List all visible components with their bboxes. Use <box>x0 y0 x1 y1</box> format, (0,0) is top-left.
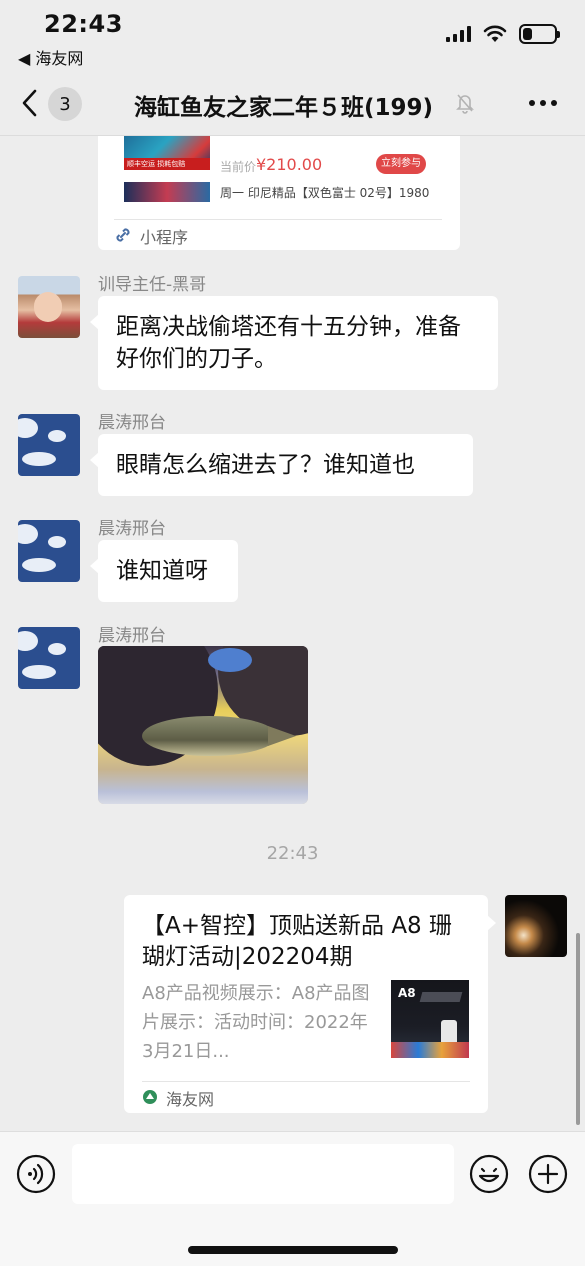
price-value: ¥210.00 <box>256 155 323 174</box>
avatar[interactable] <box>18 520 80 582</box>
message-bubble[interactable]: 谁知道呀 <box>90 540 238 602</box>
article-card[interactable]: 【A+智控】顶贴送新品 A8 珊 瑚灯活动|202204期 A8产品视频展示：A… <box>124 895 496 1113</box>
emoji-icon[interactable] <box>469 1154 509 1194</box>
product-thumbnail-2 <box>124 182 210 202</box>
message-bubble[interactable]: 眼睛怎么缩进去了？谁知道也 <box>90 434 473 496</box>
voice-icon[interactable] <box>16 1154 56 1194</box>
fish-photo-message[interactable] <box>98 646 308 804</box>
status-time: 22:43 <box>44 10 123 38</box>
more-options-button[interactable] <box>529 100 557 106</box>
plus-icon[interactable] <box>528 1154 568 1194</box>
status-bar: 22:43 ◀ 海友网 <box>0 0 585 70</box>
unread-count-badge: 3 <box>48 87 82 121</box>
avatar[interactable] <box>18 627 80 689</box>
divider <box>142 1081 470 1082</box>
back-button[interactable] <box>20 86 50 120</box>
time-separator: 22:43 <box>266 843 319 864</box>
mini-program-card[interactable]: 顺丰空运 损耗包赔 当前价 ¥210.00 立刻参与 周一 印尼精品【双色富士 … <box>98 136 460 250</box>
cellular-signal-icon <box>446 26 471 42</box>
join-now-button[interactable]: 立刻参与 <box>376 154 426 174</box>
sender-name: 晨涛邢台 <box>98 626 166 646</box>
status-icons <box>446 24 560 44</box>
scrollbar[interactable] <box>576 933 580 1125</box>
article-source: 海友网 <box>166 1090 215 1109</box>
price-label: 当前价 <box>220 160 257 174</box>
site-logo-icon <box>143 1090 157 1104</box>
message-bubble[interactable]: 距离决战偷塔还有十五分钟，准备好你们的刀子。 <box>90 296 498 390</box>
chat-title: 海缸鱼友之家二年５班(199) <box>134 95 434 121</box>
message-input[interactable] <box>72 1144 454 1204</box>
wifi-icon <box>483 25 507 42</box>
battery-icon <box>519 24 560 44</box>
article-thumbnail: A8 <box>391 980 469 1058</box>
product-item-title: 周一 印尼精品【双色富士 02号】1980 <box>220 186 430 200</box>
article-thumbnail-text: A8 <box>398 986 416 1000</box>
sender-name: 晨涛邢台 <box>98 519 166 539</box>
sender-name: 训导主任-黑哥 <box>98 275 207 295</box>
avatar[interactable] <box>18 276 80 338</box>
my-avatar[interactable] <box>505 895 567 957</box>
product-thumbnail-label: 顺丰空运 损耗包赔 <box>124 158 210 170</box>
battery-level <box>523 28 532 40</box>
avatar[interactable] <box>18 414 80 476</box>
back-to-app-link[interactable]: ◀ 海友网 <box>18 45 83 69</box>
divider <box>114 219 442 220</box>
chevron-left-icon <box>22 89 37 117</box>
mute-bell-icon <box>456 94 474 114</box>
sender-name: 晨涛邢台 <box>98 413 166 433</box>
chat-header: 3 海缸鱼友之家二年５班(199) <box>0 70 585 136</box>
article-description: A8产品视频展示：A8产品图片展示：活动时间：2022年3月21日... <box>142 983 370 1062</box>
home-indicator <box>188 1246 398 1254</box>
article-title: 【A+智控】顶贴送新品 A8 珊 瑚灯活动|202204期 <box>142 913 452 970</box>
mini-program-source: 小程序 <box>140 228 189 247</box>
mini-program-link-icon <box>116 228 130 242</box>
